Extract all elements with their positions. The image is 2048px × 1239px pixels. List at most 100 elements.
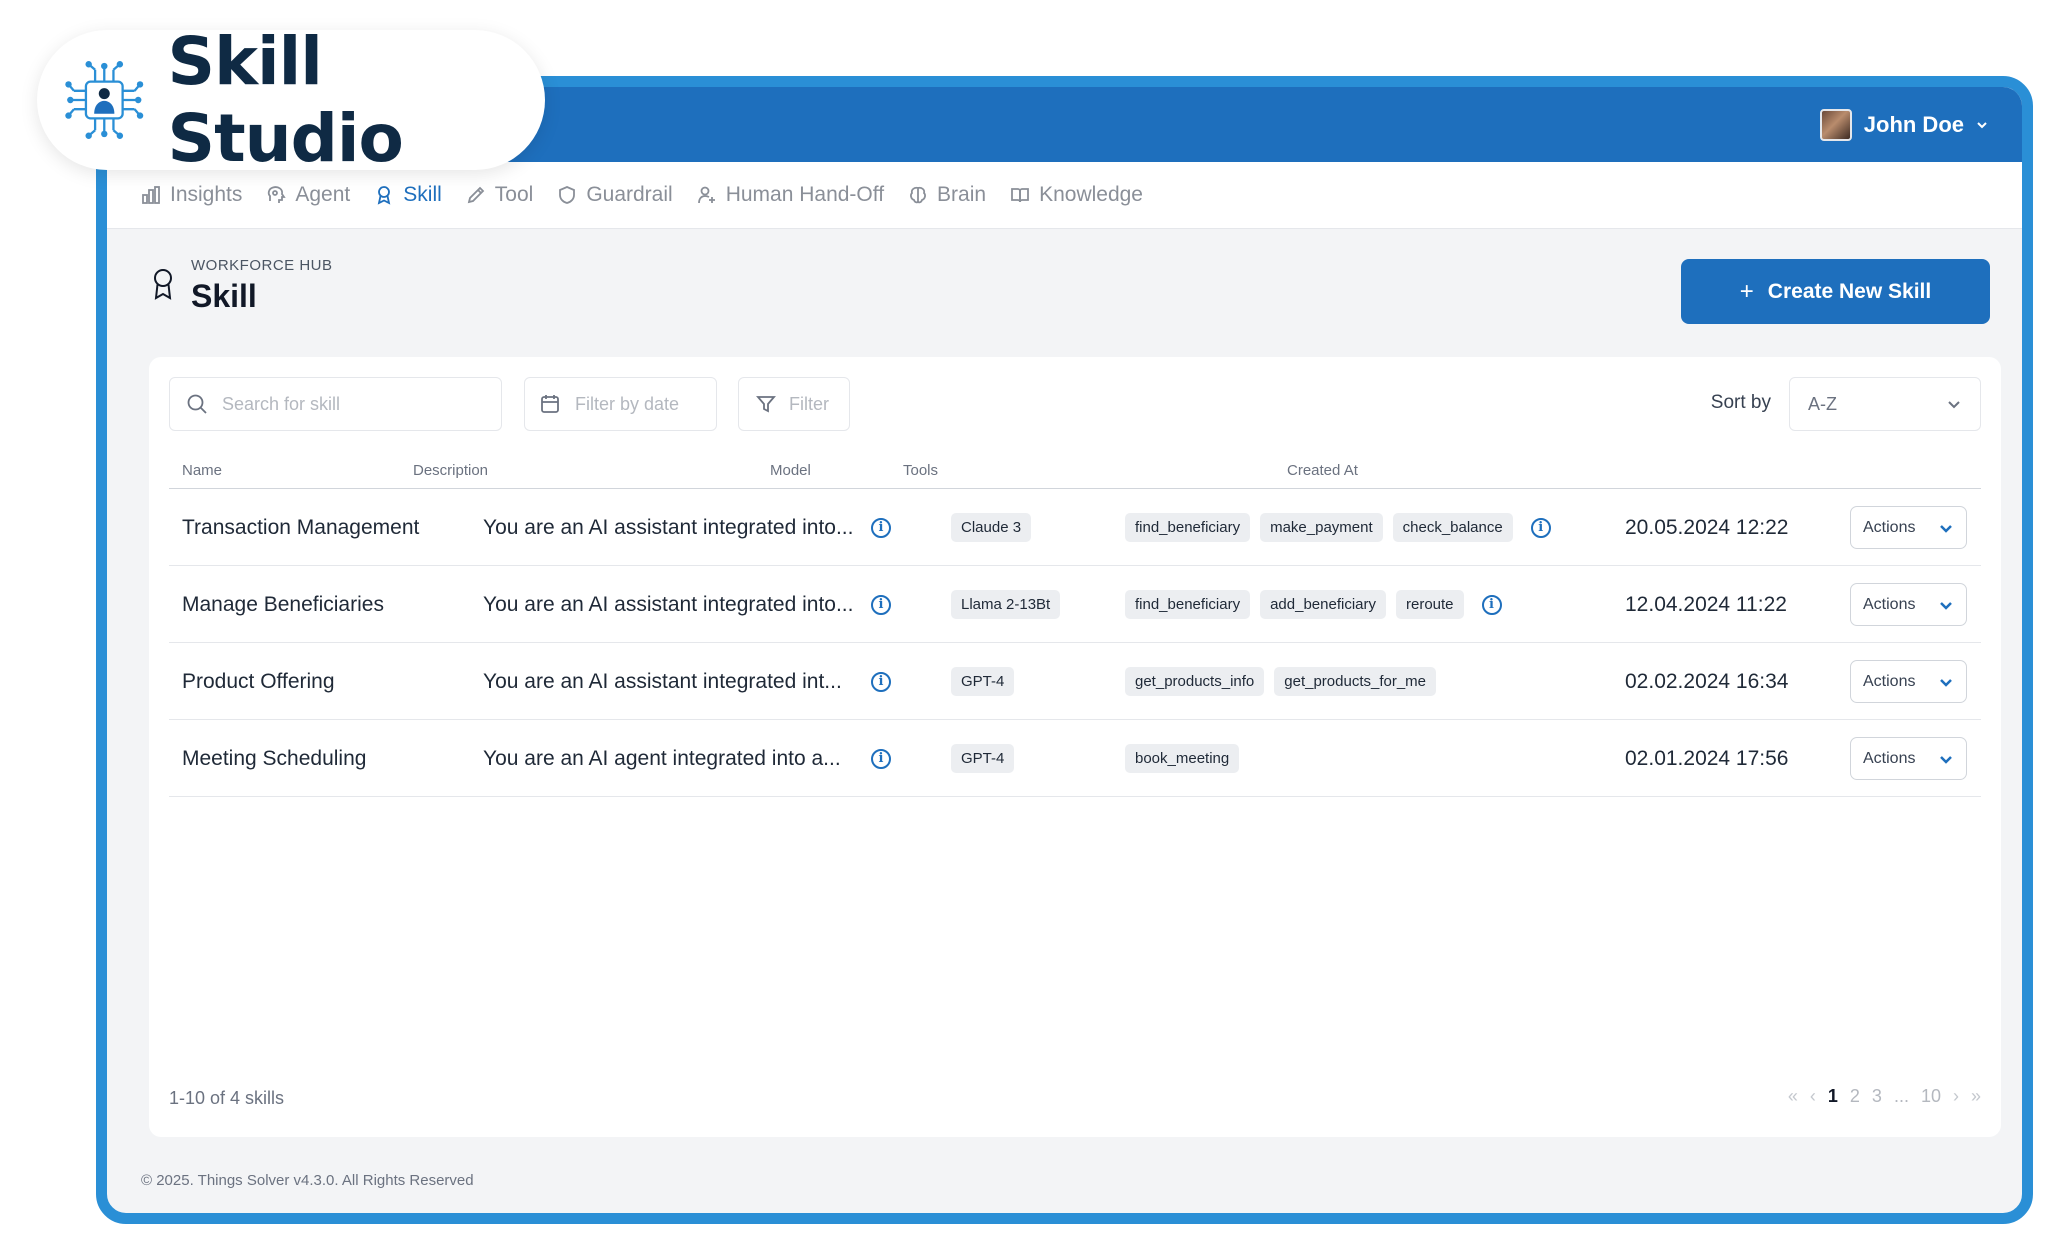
toolbar: Filter Sort by A-Z (169, 377, 1981, 431)
tool-chip: book_meeting (1125, 744, 1240, 773)
page-ellipsis: ... (1893, 1086, 1909, 1106)
info-icon[interactable]: i (871, 517, 891, 538)
description-text: You are an AI assistant integrated into.… (483, 515, 854, 539)
column-header-created-at: Created At (1287, 462, 1358, 479)
created-at: 02.01.2024 17:56 (1625, 746, 1789, 770)
brand-name: Skill Studio (167, 23, 404, 177)
table-row[interactable]: Meeting Scheduling You are an AI agent i… (169, 720, 1981, 797)
info-icon[interactable]: i (1530, 517, 1551, 538)
search-input[interactable] (222, 393, 452, 415)
brain-head-icon (268, 186, 287, 203)
brain-icon (910, 186, 926, 204)
nav-item-guardrail[interactable]: Guardrail (557, 183, 673, 207)
last-page-icon[interactable]: » (1971, 1086, 1981, 1107)
date-filter[interactable] (524, 377, 717, 431)
model-chip: GPT-4 (951, 667, 1015, 696)
create-new-skill-button[interactable]: + Create New Skill (1681, 259, 1990, 324)
actions-cell: Actions (1850, 720, 1967, 797)
date-filter-input[interactable] (575, 393, 705, 415)
user-name: John Doe (1863, 112, 1964, 137)
description-text: You are an AI assistant integrated into.… (483, 592, 854, 616)
model-chip: GPT-4 (951, 744, 1015, 773)
chevron-down-icon (1940, 524, 1952, 533)
table-row[interactable]: Product Offering You are an AI assistant… (169, 643, 1981, 720)
skill-name: Meeting Scheduling (182, 746, 367, 770)
nav-label: Skill (403, 183, 442, 206)
page-link[interactable]: 3 (1872, 1086, 1882, 1107)
skill-description: You are an AI agent integrated into a...… (483, 720, 903, 797)
actions-button[interactable]: Actions (1850, 737, 1967, 780)
nav-item-brain[interactable]: Brain (908, 183, 986, 207)
chevron-down-icon (1940, 601, 1952, 610)
info-icon[interactable]: i (871, 748, 891, 769)
tool-chip: get_products_for_me (1274, 667, 1437, 696)
actions-button[interactable]: Actions (1850, 660, 1967, 703)
actions-label: Actions (1863, 518, 1916, 536)
created-at: 12.04.2024 11:22 (1625, 592, 1787, 616)
nav-item-tool[interactable]: Tool (466, 183, 534, 207)
column-header-name: Name (182, 462, 223, 479)
tools-cell: find_beneficiary add_beneficiary reroute… (1125, 566, 1502, 643)
page-link[interactable]: 2 (1850, 1086, 1860, 1107)
pencil-icon (467, 186, 485, 204)
table-row[interactable]: Manage Beneficiaries You are an AI assis… (169, 566, 1981, 643)
table-row[interactable]: Transaction Management You are an AI ass… (169, 489, 1981, 566)
info-icon[interactable]: i (871, 594, 891, 615)
chevron-down-icon (1940, 678, 1952, 687)
user-plus-icon (697, 186, 715, 204)
nav-label: Brain (937, 183, 987, 206)
breadcrumb: WORKFORCE HUB (191, 257, 333, 274)
skill-name: Manage Beneficiaries (182, 592, 384, 616)
actions-label: Actions (1863, 749, 1916, 767)
user-menu[interactable]: John Doe (1819, 105, 1988, 145)
tool-chip: find_beneficiary (1125, 513, 1251, 542)
actions-button[interactable]: Actions (1850, 506, 1967, 549)
filter-label: Filter (789, 393, 829, 414)
model-chip: Llama 2-13Bt (951, 590, 1061, 619)
nav-item-knowledge[interactable]: Knowledge (1010, 183, 1143, 207)
chip-person-icon (65, 61, 144, 139)
chevron-down-icon (1940, 755, 1952, 764)
column-header-model: Model (770, 462, 811, 479)
skill-name: Product Offering (182, 669, 335, 693)
award-icon (377, 186, 391, 205)
nav-item-agent[interactable]: Agent (266, 183, 350, 207)
model-cell: GPT-4 (951, 720, 1015, 797)
filter-button[interactable]: Filter (738, 377, 850, 431)
chevron-down-icon (1948, 401, 1960, 409)
actions-button[interactable]: Actions (1850, 583, 1967, 626)
model-chip: Claude 3 (951, 513, 1032, 542)
tool-chip: find_beneficiary (1125, 590, 1251, 619)
table-footer: 1-10 of 4 skills « ‹ 1 2 3 ... 10 › » (169, 1083, 1981, 1113)
search-box[interactable] (169, 377, 502, 431)
info-icon[interactable]: i (1481, 594, 1502, 615)
search-icon (187, 394, 207, 414)
award-icon (149, 267, 177, 306)
sort-select[interactable]: A-Z (1789, 377, 1981, 431)
description-text: You are an AI assistant integrated int..… (483, 669, 842, 693)
bar-chart-icon (142, 186, 160, 204)
info-icon[interactable]: i (871, 671, 891, 692)
brand-logo: Skill Studio (37, 23, 545, 177)
nav-label: Insights (170, 183, 243, 206)
page-link[interactable]: 10 (1921, 1086, 1941, 1107)
nav-label: Tool (494, 183, 534, 206)
sort-label: Sort by (1710, 392, 1771, 413)
created-at: 02.02.2024 16:34 (1625, 669, 1789, 693)
shield-icon (559, 186, 576, 204)
created-at: 20.05.2024 12:22 (1625, 515, 1789, 539)
nav-item-human-hand-off[interactable]: Human Hand-Off (697, 183, 884, 207)
nav-label: Human Hand-Off (725, 183, 885, 206)
column-header-description: Description (413, 462, 489, 479)
actions-cell: Actions (1850, 566, 1967, 643)
nav-item-skill[interactable]: Skill (374, 183, 442, 207)
chevron-down-icon (1977, 122, 1987, 129)
first-page-icon[interactable]: « (1788, 1086, 1798, 1107)
next-page-icon[interactable]: › (1953, 1086, 1959, 1107)
description-text: You are an AI agent integrated into a... (483, 746, 841, 770)
prev-page-icon[interactable]: ‹ (1810, 1086, 1816, 1107)
page-link[interactable]: 1 (1828, 1086, 1838, 1107)
nav-label: Guardrail (586, 183, 673, 206)
nav-item-insights[interactable]: Insights (141, 183, 242, 207)
create-button-label: Create New Skill (1767, 279, 1932, 303)
